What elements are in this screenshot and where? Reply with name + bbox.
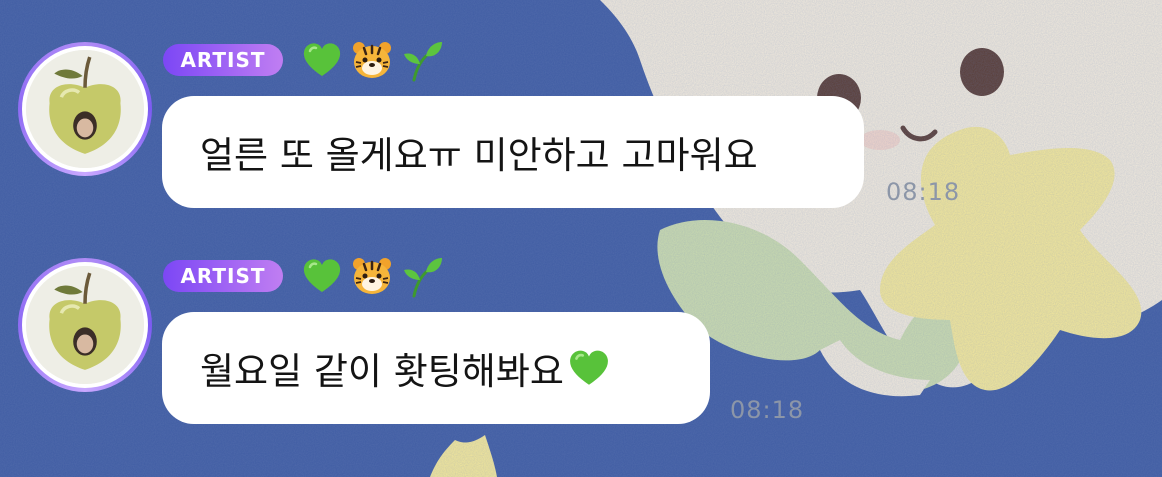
seedling-icon [400, 38, 444, 82]
green-heart-icon [566, 345, 612, 391]
message-timestamp: 08:18 [886, 178, 961, 206]
message-text: 월요일 같이 홧팅해봐요 [200, 350, 564, 393]
artist-badge: ARTIST [163, 44, 283, 76]
avatar[interactable] [18, 258, 152, 392]
message-bubble[interactable]: 얼른 또 올게요ㅠ 미안하고 고마워요 [162, 96, 864, 208]
seedling-icon [400, 254, 444, 298]
apple-costume-image [26, 266, 144, 384]
apple-costume-image [26, 50, 144, 168]
message-text: 얼른 또 올게요ㅠ 미안하고 고마워요 [200, 134, 758, 177]
badge-emoji-row [300, 252, 444, 300]
message-timestamp: 08:18 [730, 396, 805, 424]
message-row: ARTIST 얼른 또 올게요ㅠ 미안하고 고마워요 08:18 [0, 0, 1162, 208]
tiger-face-icon [350, 254, 394, 298]
avatar-photo [26, 266, 144, 384]
artist-badge: ARTIST [163, 260, 283, 292]
green-heart-icon [300, 38, 344, 82]
avatar[interactable] [18, 42, 152, 176]
avatar-photo [26, 50, 144, 168]
message-bubble[interactable]: 월요일 같이 홧팅해봐요 [162, 312, 710, 424]
tiger-face-icon [350, 38, 394, 82]
message-row: ARTIST 월요일 같이 홧팅해봐요 08:18 [0, 216, 1162, 424]
green-heart-icon [300, 254, 344, 298]
badge-emoji-row [300, 36, 444, 84]
